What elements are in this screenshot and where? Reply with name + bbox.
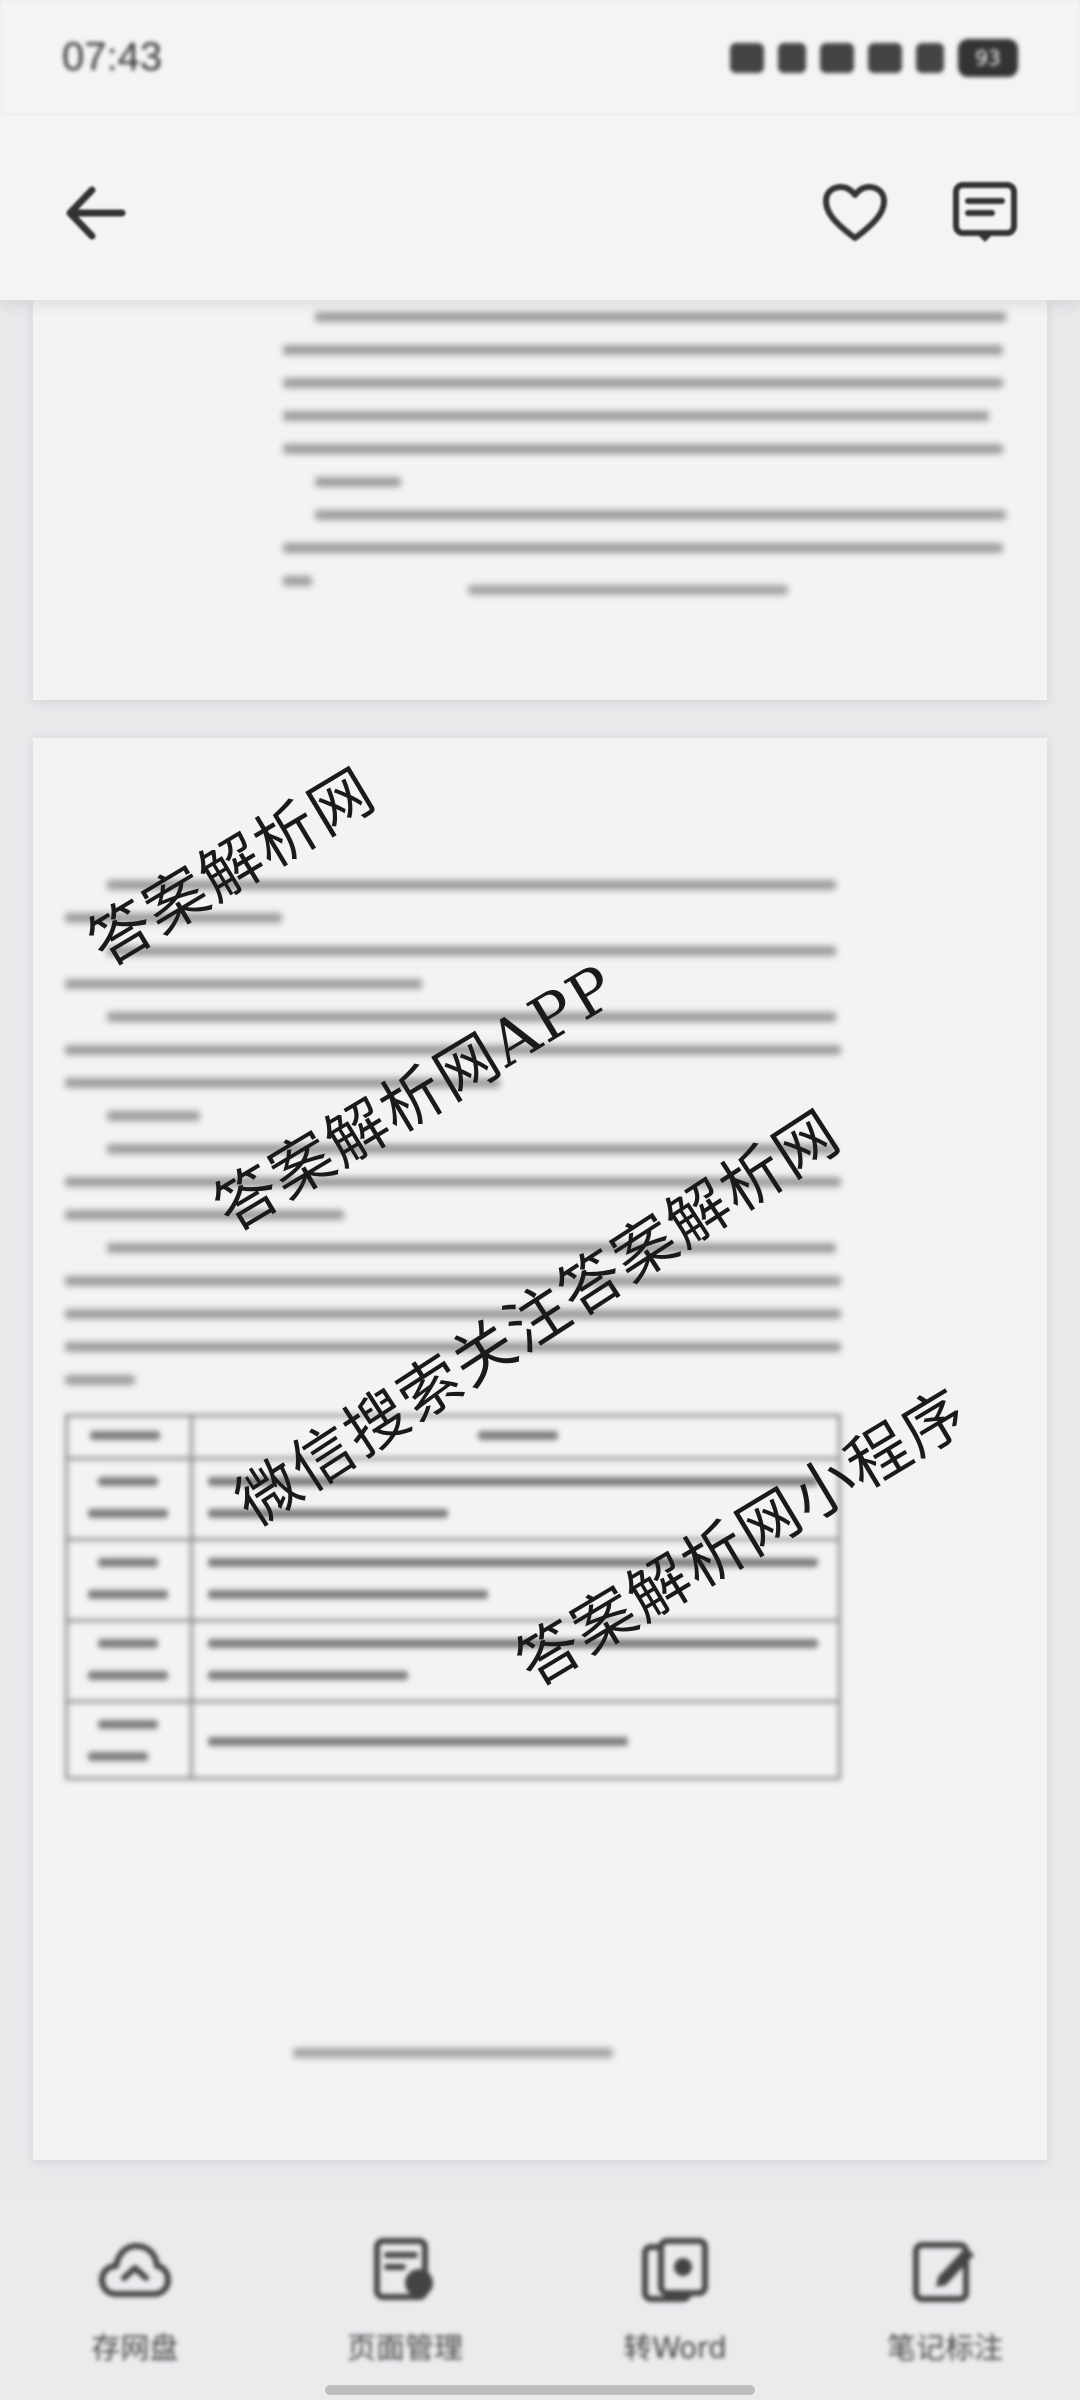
toolbar-label: 转Word — [623, 2331, 727, 2365]
page-text — [283, 312, 1007, 609]
page-footer — [468, 585, 788, 595]
note-annotate-button[interactable]: 笔记标注 — [845, 2233, 1045, 2367]
signal-icon — [820, 42, 854, 73]
toolbar-label: 存网盘 — [91, 2331, 179, 2365]
battery-icon: 93 — [958, 38, 1018, 77]
notification-icon — [730, 42, 764, 73]
convert-word-button[interactable]: 转Word — [575, 2233, 775, 2367]
home-indicator[interactable] — [325, 2385, 755, 2395]
sync-icon — [778, 42, 806, 73]
status-bar: 07:43 93 — [0, 0, 1080, 115]
top-nav — [0, 115, 1080, 300]
page-manage-icon — [368, 2233, 442, 2307]
status-icons: 93 — [730, 38, 1018, 77]
document-menu-icon — [953, 182, 1017, 242]
document-menu-button[interactable] — [945, 173, 1025, 253]
arrow-left-icon — [66, 186, 126, 240]
toolbar-label: 页面管理 — [346, 2331, 463, 2365]
signal-2-icon — [868, 42, 902, 73]
save-to-cloud-button[interactable]: 存网盘 — [35, 2233, 235, 2367]
convert-word-icon — [638, 2233, 712, 2307]
favorite-button[interactable] — [815, 173, 895, 253]
page-manage-button[interactable]: 页面管理 — [305, 2233, 505, 2367]
document-table — [65, 1414, 841, 1780]
heart-icon — [823, 184, 887, 241]
bottom-toolbar: 存网盘 页面管理 转Word 笔记标注 — [0, 2195, 1080, 2400]
wifi-icon — [916, 42, 944, 73]
toolbar-label: 笔记标注 — [886, 2331, 1003, 2365]
page-footer — [293, 2048, 613, 2058]
status-time: 07:43 — [62, 35, 163, 79]
document-page[interactable] — [33, 300, 1047, 700]
note-edit-icon — [908, 2233, 982, 2307]
back-button[interactable] — [55, 173, 135, 253]
cloud-save-icon — [98, 2233, 172, 2307]
